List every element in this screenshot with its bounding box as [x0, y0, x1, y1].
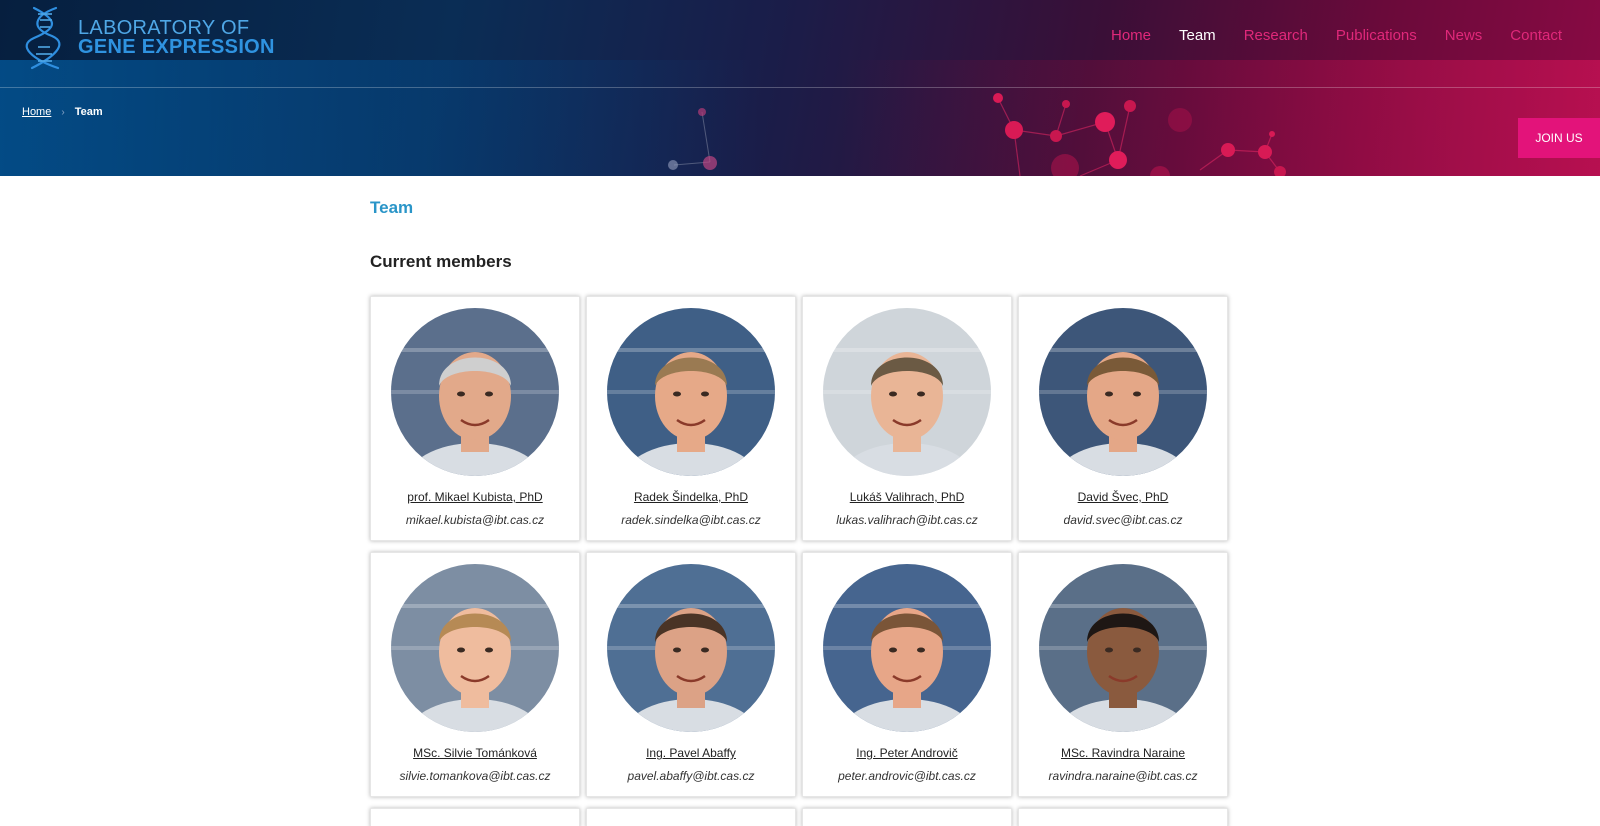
team-member-card: David Švec, PhD david.svec@ibt.cas.cz	[1018, 296, 1228, 541]
team-grid: prof. Mikael Kubista, PhD mikael.kubista@…	[370, 296, 1230, 826]
member-photo[interactable]	[1039, 308, 1207, 476]
team-member-card: prof. Mikael Kubista, PhD mikael.kubista@…	[370, 296, 580, 541]
member-photo[interactable]	[823, 564, 991, 732]
nav-research[interactable]: Research	[1244, 27, 1308, 44]
section-title: Current members	[370, 252, 512, 271]
page-header: LABORATORY OF GENE EXPRESSION Home Team …	[0, 0, 1600, 176]
member-name-link[interactable]: Lukáš Valihrach, PhD	[850, 490, 965, 504]
member-photo[interactable]	[607, 308, 775, 476]
person-portrait-icon	[1039, 308, 1207, 476]
member-photo[interactable]	[1039, 564, 1207, 732]
member-name-link[interactable]: Radek Šindelka, PhD	[634, 490, 748, 504]
breadcrumb-current: Team	[74, 106, 103, 118]
team-member-card	[370, 808, 580, 826]
team-member-card: Lukáš Valihrach, PhD lukas.valihrach@ibt.…	[802, 296, 1012, 541]
person-portrait-icon	[607, 308, 775, 476]
nav-contact[interactable]: Contact	[1510, 27, 1562, 44]
member-email: david.svec@ibt.cas.cz	[1063, 513, 1183, 527]
logo-line-2: GENE EXPRESSION	[78, 36, 275, 58]
team-member-card: Ing. Peter Androvič peter.androvic@ibt.ca…	[802, 552, 1012, 797]
member-photo[interactable]	[391, 308, 559, 476]
member-photo[interactable]	[607, 564, 775, 732]
member-email: peter.androvic@ibt.cas.cz	[838, 769, 976, 783]
join-us-button[interactable]: JOIN US	[1518, 118, 1600, 158]
breadcrumb: Home › Team	[22, 106, 103, 118]
member-name-link[interactable]: prof. Mikael Kubista, PhD	[407, 490, 542, 504]
member-name-link[interactable]: MSc. Silvie Tománková	[413, 746, 537, 760]
page-title: Team	[370, 198, 414, 217]
member-name-link[interactable]: David Švec, PhD	[1078, 490, 1169, 504]
site-logo[interactable]: LABORATORY OF GENE EXPRESSION	[24, 6, 275, 70]
person-portrait-icon	[607, 564, 775, 732]
member-photo[interactable]	[391, 564, 559, 732]
chevron-right-icon: ›	[61, 106, 65, 118]
team-member-card: MSc. Ravindra Naraine ravindra.naraine@ib…	[1018, 552, 1228, 797]
member-email: radek.sindelka@ibt.cas.cz	[621, 513, 761, 527]
member-photo[interactable]	[823, 308, 991, 476]
team-member-card: Radek Šindelka, PhD radek.sindelka@ibt.ca…	[586, 296, 796, 541]
member-email: pavel.abaffy@ibt.cas.cz	[627, 769, 755, 783]
person-portrait-icon	[391, 564, 559, 732]
team-member-card	[802, 808, 1012, 826]
nav-team[interactable]: Team	[1179, 27, 1216, 44]
person-portrait-icon	[391, 308, 559, 476]
member-email: silvie.tomankova@ibt.cas.cz	[399, 769, 551, 783]
team-member-card: MSc. Silvie Tománková silvie.tomankova@ib…	[370, 552, 580, 797]
breadcrumb-home-link[interactable]: Home	[22, 106, 51, 118]
member-name-link[interactable]: Ing. Peter Androvič	[856, 746, 957, 760]
member-name-link[interactable]: Ing. Pavel Abaffy	[646, 746, 736, 760]
main-nav: Home Team Research Publications News Con…	[1083, 27, 1562, 44]
nav-publications[interactable]: Publications	[1336, 27, 1417, 44]
member-email: lukas.valihrach@ibt.cas.cz	[836, 513, 978, 527]
team-member-card: Ing. Pavel Abaffy pavel.abaffy@ibt.cas.cz	[586, 552, 796, 797]
member-email: mikael.kubista@ibt.cas.cz	[405, 513, 545, 527]
member-name-link[interactable]: MSc. Ravindra Naraine	[1061, 746, 1185, 760]
nav-news[interactable]: News	[1445, 27, 1483, 44]
person-portrait-icon	[823, 564, 991, 732]
nav-home[interactable]: Home	[1111, 27, 1151, 44]
logo-text: LABORATORY OF GENE EXPRESSION	[78, 18, 275, 58]
person-portrait-icon	[823, 308, 991, 476]
person-portrait-icon	[1039, 564, 1207, 732]
main-content: Team Current members prof. Mikael Kubist…	[370, 176, 1230, 826]
member-email: ravindra.naraine@ibt.cas.cz	[1048, 769, 1198, 783]
team-member-card	[1018, 808, 1228, 826]
team-member-card	[586, 808, 796, 826]
dna-helix-icon	[25, 6, 61, 70]
